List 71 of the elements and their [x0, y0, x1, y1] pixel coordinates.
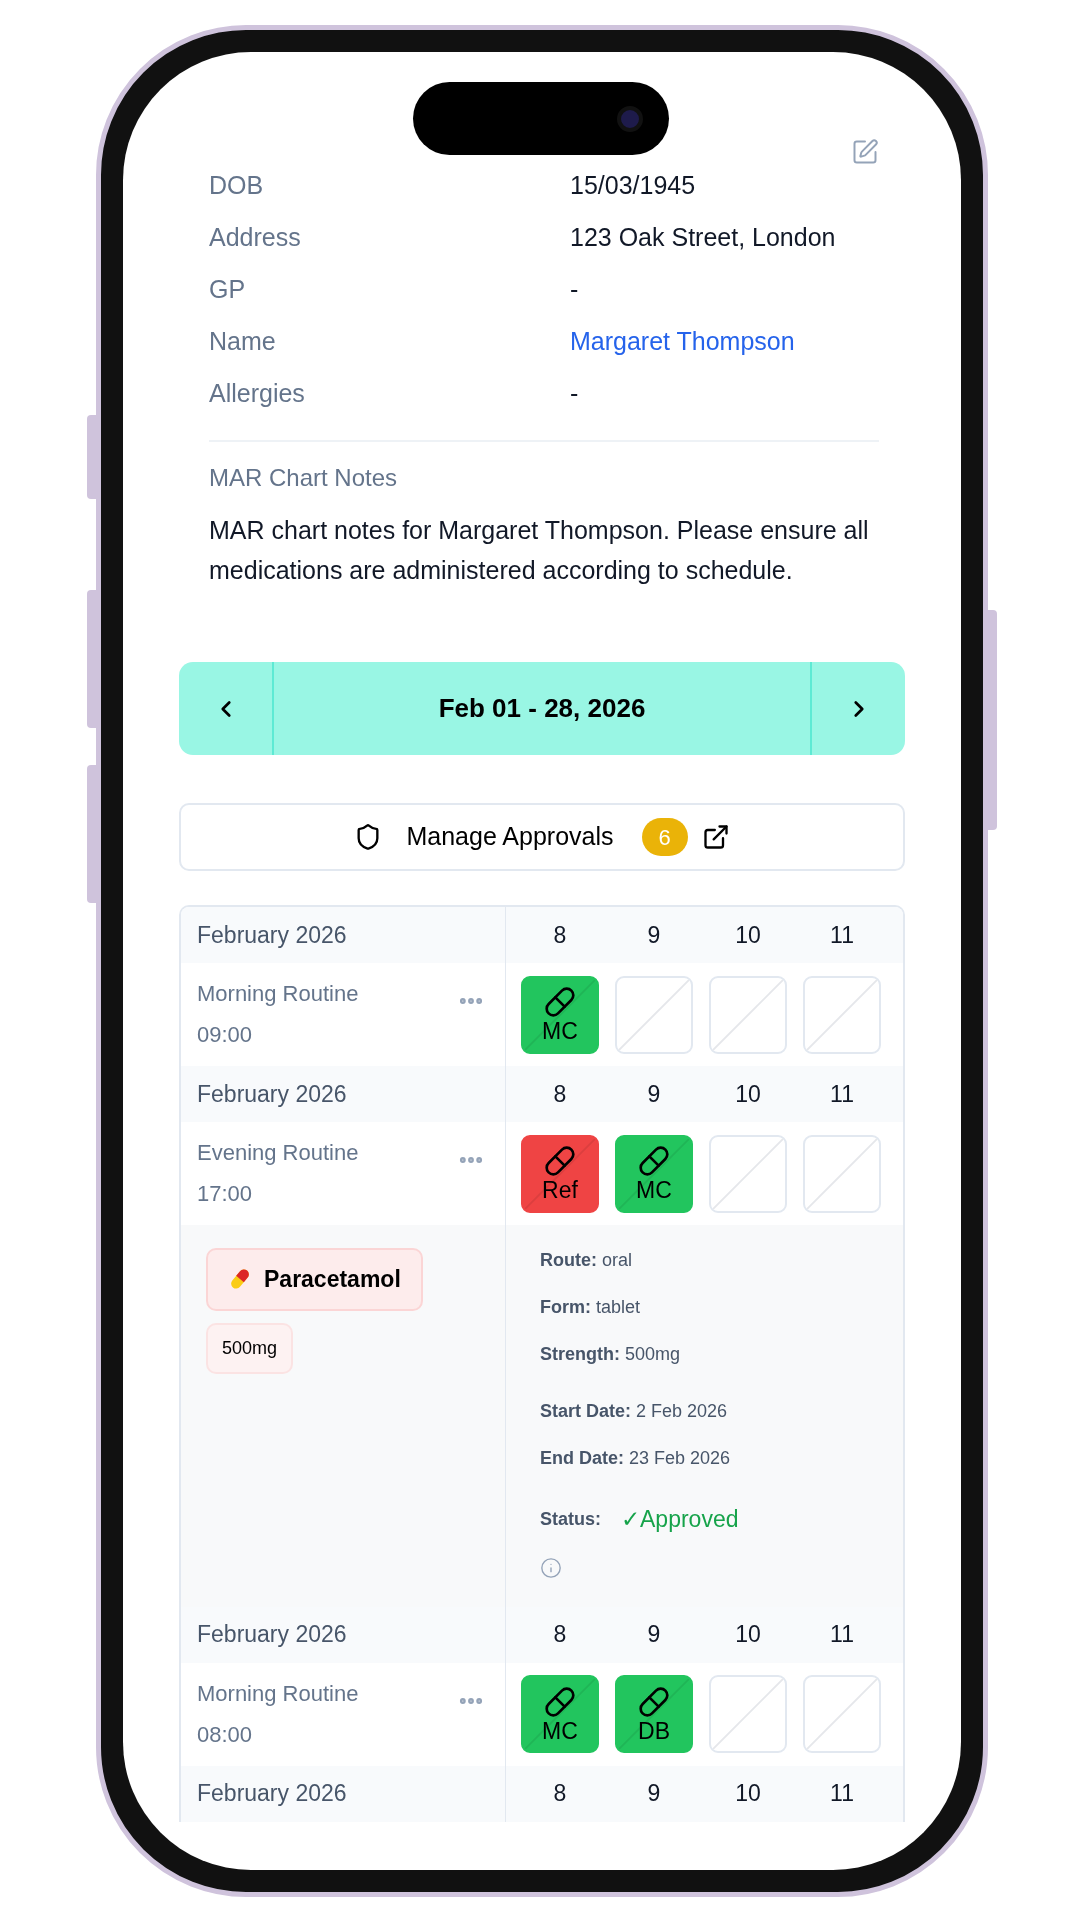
day-number: 10 [735, 1779, 761, 1809]
medication-detail: Strength: 500mg [540, 1343, 682, 1366]
day-number: 9 [647, 1779, 661, 1809]
dose-cell[interactable]: Ref [521, 1134, 599, 1213]
status-label: Status: [540, 1507, 601, 1531]
empty-dose-cell[interactable] [709, 975, 787, 1054]
detail-label: Allergies [209, 378, 306, 410]
pill-icon [638, 1145, 670, 1177]
empty-dose-cell[interactable] [615, 975, 693, 1054]
day-number: 10 [735, 920, 761, 950]
medication-detail: End Date: 23 Feb 2026 [540, 1447, 732, 1470]
dose-cell[interactable]: MC [521, 975, 599, 1054]
status-value: ✓Approved [621, 1505, 739, 1534]
routine-time: 09:00 [197, 1021, 254, 1049]
medication-detail: Start Date: 2 Feb 2026 [540, 1400, 729, 1423]
notes-text: MAR chart notes for Margaret Thompson. Please ensure all medications are administered according to schedule. [209, 515, 870, 586]
day-number: 8 [553, 920, 567, 950]
date-range-label: Feb 01 - 28, 2026 [438, 692, 646, 725]
month-label: February 2026 [197, 1620, 347, 1650]
routine-name: Evening Routine [197, 1139, 359, 1167]
dose-cell[interactable]: MC [521, 1675, 599, 1753]
routine-name: Morning Routine [197, 980, 359, 1008]
detail-value: 123 Oak Street, London [570, 222, 836, 254]
day-number: 9 [647, 920, 661, 950]
detail-value: - [570, 274, 579, 306]
day-number: 11 [830, 1079, 854, 1109]
medication-detail: Form: tablet [540, 1296, 642, 1319]
detail-value: 15/03/1945 [570, 170, 696, 202]
dose-cell[interactable]: MC [615, 1134, 693, 1213]
empty-dose-cell[interactable] [709, 1134, 787, 1213]
detail-value: - [570, 378, 579, 410]
medication-badge: Paracetamol [206, 1248, 423, 1311]
detail-label: Name [209, 326, 277, 358]
dose-badge: 500mg [206, 1322, 294, 1374]
approvals-count-badge: 6 [641, 818, 688, 856]
pill-icon [544, 986, 576, 1018]
empty-dose-cell[interactable] [803, 1675, 881, 1753]
manage-approvals-button[interactable]: Manage Approvals 6 [179, 803, 905, 871]
dose-cell[interactable]: DB [615, 1675, 693, 1753]
empty-dose-cell[interactable] [709, 1675, 787, 1753]
day-number: 8 [553, 1079, 567, 1109]
pill-icon [544, 1145, 576, 1177]
info-icon[interactable] [540, 1556, 562, 1579]
routine-time: 17:00 [197, 1180, 254, 1208]
day-number: 11 [830, 920, 854, 950]
empty-dose-cell[interactable] [803, 1134, 881, 1213]
camera-icon [617, 105, 643, 132]
day-number: 9 [647, 1620, 661, 1650]
day-number: 11 [830, 1779, 854, 1809]
edit-icon[interactable] [851, 138, 879, 166]
external-link-icon[interactable] [701, 823, 730, 851]
notes-title: MAR Chart Notes [209, 463, 399, 493]
detail-label: DOB [209, 170, 265, 202]
medication-detail: Route: oral [540, 1249, 633, 1272]
patient-name-link[interactable]: Margaret Thompson [570, 323, 795, 361]
detail-label: Address [209, 222, 302, 254]
day-number: 9 [647, 1079, 661, 1109]
month-label: February 2026 [197, 920, 347, 950]
empty-dose-cell[interactable] [803, 975, 881, 1054]
routine-time: 08:00 [197, 1720, 254, 1749]
pill-icon [544, 1685, 576, 1718]
pill-icon [638, 1685, 670, 1718]
detail-label: GP [209, 274, 247, 306]
day-number: 8 [553, 1779, 567, 1809]
day-number: 10 [735, 1620, 761, 1650]
day-number: 11 [830, 1620, 854, 1650]
month-label: February 2026 [197, 1079, 347, 1109]
month-label: February 2026 [197, 1779, 347, 1809]
routine-name: Morning Routine [197, 1679, 359, 1708]
day-number: 10 [735, 1079, 761, 1109]
day-number: 8 [553, 1620, 567, 1650]
